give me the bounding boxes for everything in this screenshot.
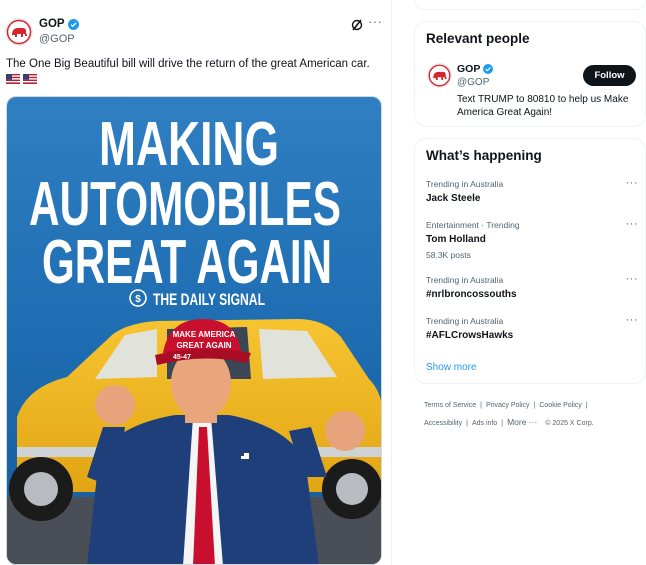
terms-link[interactable]: Terms of Service: [424, 402, 476, 409]
trend-more-icon[interactable]: ···: [626, 218, 639, 230]
hat-text-1: MAKE AMERICA: [173, 330, 236, 339]
post-media-image[interactable]: MAKING AUTOMOBILES GREAT AGAIN $ THE DAI…: [6, 96, 382, 565]
footer-separator: |: [533, 402, 536, 409]
post: GOP @GOP ··· The One Big Beautiful bill …: [0, 0, 392, 565]
trend-item[interactable]: Trending in Australia #nrlbroncossouths …: [426, 273, 639, 302]
verified-badge-icon: [483, 64, 494, 74]
trend-name[interactable]: #AFLCrowsHawks: [426, 329, 638, 343]
footer-separator: |: [466, 420, 468, 427]
trend-item[interactable]: Entertainment · Trending Tom Holland 58.…: [426, 218, 639, 261]
relevant-person-handle[interactable]: @GOP: [457, 77, 489, 88]
trend-item[interactable]: Trending in Australia #AFLCrowsHawks ···: [426, 314, 639, 343]
more-link[interactable]: More ···: [507, 417, 537, 427]
trend-meta: Trending in Australia: [426, 179, 504, 189]
trend-more-icon[interactable]: ···: [626, 273, 639, 285]
us-flag-icon: [23, 74, 37, 84]
whats-happening-card: What’s happening Trending in Australia J…: [414, 138, 646, 384]
trend-posts: 58.3K posts: [426, 250, 471, 260]
grok-icon[interactable]: [350, 18, 364, 32]
more-options-icon[interactable]: ···: [368, 14, 383, 29]
whats-happening-title: What’s happening: [426, 148, 542, 163]
copyright: © 2025 X Corp.: [545, 420, 594, 427]
relevant-people-title: Relevant people: [426, 31, 530, 46]
hat-text-2: GREAT AGAIN: [176, 341, 231, 350]
trend-name[interactable]: Jack Steele: [426, 192, 638, 206]
media-brand: THE DAILY SIGNAL: [153, 290, 265, 309]
show-more-link[interactable]: Show more: [426, 362, 477, 373]
relevant-name-text[interactable]: GOP: [457, 63, 480, 75]
media-headline-1: MAKING: [99, 110, 279, 179]
cookie-link[interactable]: Cookie Policy: [539, 402, 581, 409]
trend-meta: Entertainment · Trending: [426, 220, 520, 230]
trend-name[interactable]: #nrlbroncossouths: [426, 288, 638, 302]
follow-button[interactable]: Follow: [583, 65, 636, 86]
gop-avatar[interactable]: [5, 18, 33, 46]
relevant-people-card: Relevant people GOP @GOP Follow Text TRU…: [414, 21, 646, 127]
footer: Terms of Service | Privacy Policy | Cookie P…: [424, 398, 640, 432]
hat-side-text: 45-47: [173, 354, 191, 361]
relevant-person-bio: Text TRUMP to 80810 to help us Make Amer…: [457, 94, 629, 118]
trend-more-icon[interactable]: ···: [626, 314, 639, 326]
verified-badge-icon: [67, 18, 79, 30]
accessibility-link[interactable]: Accessibility: [424, 420, 462, 427]
post-body: The One Big Beautiful bill will drive th…: [6, 58, 370, 70]
trend-meta: Trending in Australia: [426, 275, 504, 285]
author-name-text[interactable]: GOP: [39, 18, 65, 30]
post-text: The One Big Beautiful bill will drive th…: [6, 56, 384, 84]
trend-more-icon[interactable]: ···: [626, 177, 639, 189]
post-author-handle[interactable]: @GOP: [39, 33, 75, 45]
post-author-name[interactable]: GOP: [39, 18, 79, 30]
relevant-person-name[interactable]: GOP: [457, 63, 494, 75]
privacy-link[interactable]: Privacy Policy: [486, 402, 530, 409]
us-flag-icon: [6, 74, 20, 84]
media-headline-3: GREAT AGAIN: [42, 228, 332, 297]
flag-row: [6, 74, 384, 84]
svg-text:$: $: [135, 294, 141, 305]
search-box-edge[interactable]: [414, 0, 646, 10]
trend-name[interactable]: Tom Holland: [426, 233, 638, 247]
trend-item[interactable]: Trending in Australia Jack Steele ···: [426, 177, 639, 206]
ads-info-link[interactable]: Ads info: [472, 420, 497, 427]
footer-separator: |: [480, 402, 482, 409]
footer-separator: |: [501, 420, 504, 427]
footer-separator: |: [585, 402, 588, 409]
trend-meta: Trending in Australia: [426, 316, 504, 326]
gop-avatar[interactable]: [427, 63, 452, 88]
